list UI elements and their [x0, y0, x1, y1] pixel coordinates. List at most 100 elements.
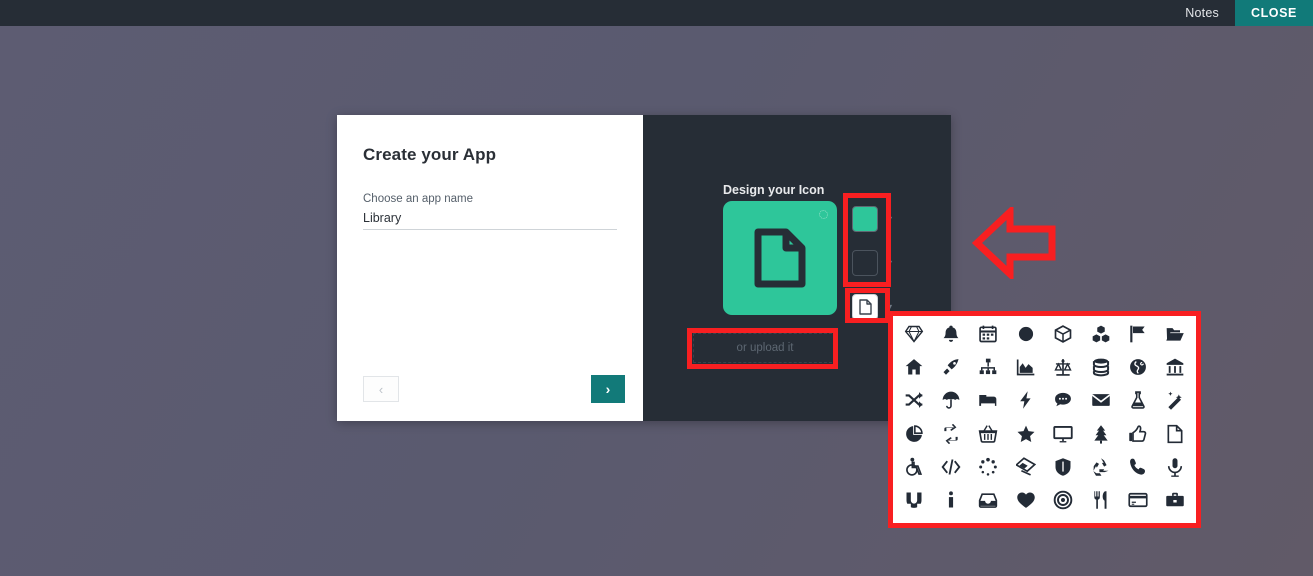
picker-area-chart-icon[interactable] — [1009, 354, 1043, 386]
wizard-nav: ‹ › — [363, 375, 625, 403]
page-title: Create your App — [363, 145, 497, 164]
bank-icon — [1165, 357, 1185, 382]
bolt-icon — [1016, 390, 1036, 415]
spinner-icon — [978, 457, 998, 482]
credit-card-icon — [1128, 490, 1148, 515]
close-button[interactable]: CLOSE — [1234, 0, 1313, 26]
picker-tickets-icon[interactable] — [1009, 453, 1043, 485]
picker-bank-icon[interactable] — [1158, 354, 1192, 386]
app-name-field-group: Choose an app name — [363, 193, 617, 230]
inbox-icon — [978, 490, 998, 515]
upload-label: or upload it — [736, 342, 794, 354]
icon-picker-panel[interactable] — [893, 316, 1196, 523]
heart-icon — [1016, 490, 1036, 515]
picker-phone-icon[interactable] — [1121, 453, 1155, 485]
balance-scale-icon — [1053, 357, 1073, 382]
next-step-button[interactable]: › — [591, 375, 625, 403]
picker-magic-wand-icon[interactable] — [1158, 387, 1192, 419]
area-chart-icon — [1016, 357, 1036, 382]
bed-icon — [978, 390, 998, 415]
thumbs-up-icon — [1128, 424, 1148, 449]
picker-tree-icon[interactable] — [1084, 420, 1118, 452]
picker-wheelchair-icon[interactable] — [897, 453, 931, 485]
picker-circle-icon[interactable] — [1009, 321, 1043, 353]
picker-shuffle-icon[interactable] — [897, 387, 931, 419]
picker-diamond-icon[interactable] — [897, 321, 931, 353]
picker-shield-icon[interactable] — [1046, 453, 1080, 485]
picker-code-icon[interactable] — [934, 453, 968, 485]
magic-wand-icon — [1165, 390, 1185, 415]
picker-heart-icon[interactable] — [1009, 486, 1043, 518]
app-name-input[interactable] — [363, 210, 617, 230]
basket-icon — [978, 424, 998, 449]
picker-database-icon[interactable] — [1084, 354, 1118, 386]
picker-envelope-icon[interactable] — [1084, 387, 1118, 419]
picker-inbox-icon[interactable] — [971, 486, 1005, 518]
picker-retweet-icon[interactable] — [934, 420, 968, 452]
picker-info-icon[interactable] — [934, 486, 968, 518]
shield-icon — [1053, 457, 1073, 482]
previous-step-button[interactable]: ‹ — [363, 376, 399, 402]
picker-folder-open-icon[interactable] — [1158, 321, 1192, 353]
desktop-icon — [1053, 424, 1073, 449]
wheelchair-icon — [904, 457, 924, 482]
picker-calendar-icon[interactable] — [971, 321, 1005, 353]
picker-spinner-icon[interactable] — [971, 453, 1005, 485]
chevron-down-icon[interactable]: ▼ — [885, 302, 894, 312]
picker-pie-chart-icon[interactable] — [897, 420, 931, 452]
picker-flag-icon[interactable] — [1121, 321, 1155, 353]
picker-bolt-icon[interactable] — [1009, 387, 1043, 419]
picker-globe-icon[interactable] — [1121, 354, 1155, 386]
icon-shape-dropdown[interactable]: ▼ — [852, 241, 904, 285]
file-icon — [1165, 424, 1185, 449]
rocket-icon — [941, 357, 961, 382]
picker-bed-icon[interactable] — [971, 387, 1005, 419]
picker-file-icon[interactable] — [1158, 420, 1192, 452]
picker-bullseye-icon[interactable] — [1046, 486, 1080, 518]
picker-magnet-icon[interactable] — [897, 486, 931, 518]
icon-background-color-dropdown[interactable]: ▼ — [852, 197, 904, 241]
code-icon — [941, 457, 961, 482]
glyph-swatch[interactable] — [852, 294, 878, 320]
picker-umbrella-icon[interactable] — [934, 387, 968, 419]
picker-home-icon[interactable] — [897, 354, 931, 386]
upload-icon-dropzone[interactable]: or upload it — [693, 333, 837, 363]
picker-balance-scale-icon[interactable] — [1046, 354, 1080, 386]
calendar-icon — [978, 324, 998, 349]
picker-thumbs-up-icon[interactable] — [1121, 420, 1155, 452]
envelope-icon — [1091, 390, 1111, 415]
chevron-down-icon[interactable]: ▼ — [885, 258, 894, 268]
picker-bell-icon[interactable] — [934, 321, 968, 353]
chevron-down-icon[interactable]: ▼ — [885, 214, 894, 224]
dialog-left-panel: Create your App Choose an app name ‹ › — [337, 115, 643, 421]
shape-swatch[interactable] — [852, 250, 878, 276]
color-swatch[interactable] — [852, 206, 878, 232]
globe-icon — [1128, 357, 1148, 382]
phone-icon — [1128, 457, 1148, 482]
picker-microphone-icon[interactable] — [1158, 453, 1192, 485]
comment-icon — [1053, 390, 1073, 415]
picker-rocket-icon[interactable] — [934, 354, 968, 386]
picker-cutlery-icon[interactable] — [1084, 486, 1118, 518]
cutlery-icon — [1091, 490, 1111, 515]
icon-preview[interactable] — [723, 201, 837, 315]
star-icon — [1016, 424, 1036, 449]
picker-briefcase-icon[interactable] — [1158, 486, 1192, 518]
picker-flask-icon[interactable] — [1121, 387, 1155, 419]
picker-star-icon[interactable] — [1009, 420, 1043, 452]
top-bar: Notes CLOSE — [0, 0, 1313, 26]
picker-desktop-icon[interactable] — [1046, 420, 1080, 452]
notes-button[interactable]: Notes — [1169, 0, 1235, 26]
picker-credit-card-icon[interactable] — [1121, 486, 1155, 518]
picker-comment-icon[interactable] — [1046, 387, 1080, 419]
preview-handle-dot — [819, 210, 828, 219]
picker-cube-icon[interactable] — [1046, 321, 1080, 353]
chevron-left-icon: ‹ — [378, 381, 384, 397]
picker-basket-icon[interactable] — [971, 420, 1005, 452]
picker-recycle-icon[interactable] — [1084, 453, 1118, 485]
app-name-label: Choose an app name — [363, 193, 473, 205]
picker-cubes-icon[interactable] — [1084, 321, 1118, 353]
recycle-icon — [1091, 457, 1111, 482]
picker-sitemap-icon[interactable] — [971, 354, 1005, 386]
folder-open-icon — [1165, 324, 1185, 349]
